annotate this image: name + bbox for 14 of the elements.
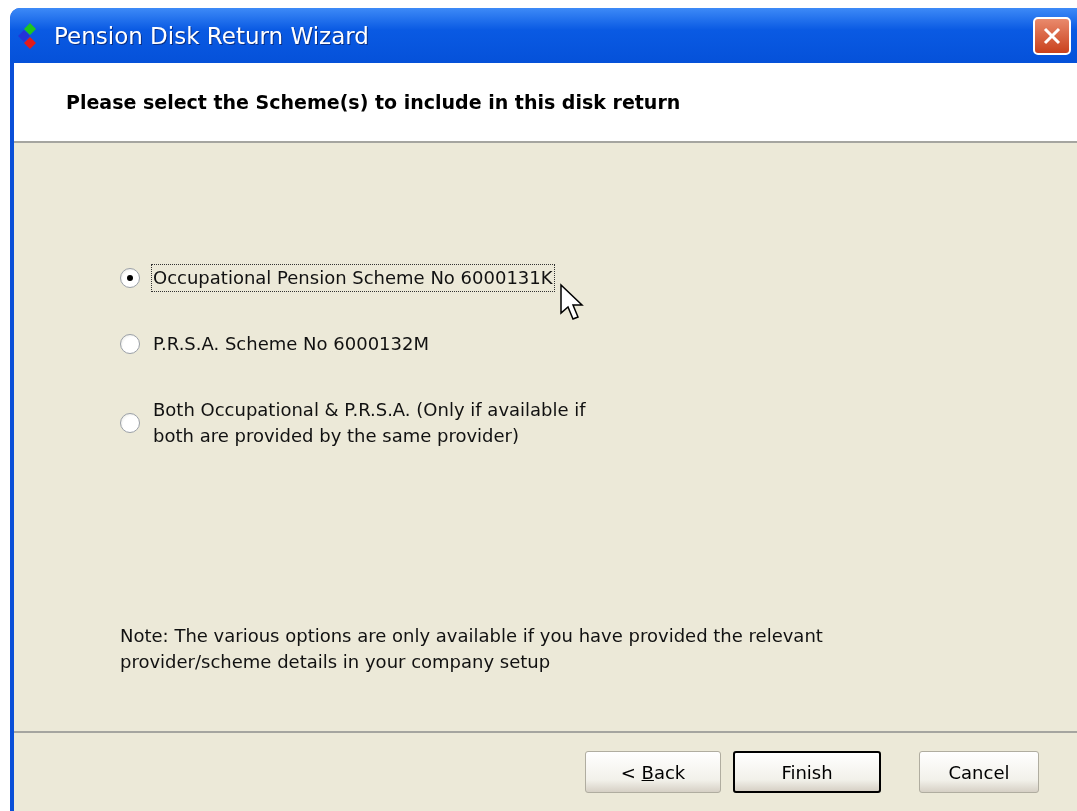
radio-button[interactable] xyxy=(120,413,140,433)
wizard-button[interactable]: < Back xyxy=(585,751,721,793)
close-icon xyxy=(1042,25,1062,46)
radio-button[interactable] xyxy=(120,334,140,354)
wizard-button[interactable]: Cancel xyxy=(919,751,1039,793)
close-button[interactable] xyxy=(1033,16,1071,55)
wizard-button[interactable]: Finish xyxy=(733,751,881,793)
note-text: Note: The various options are only available if you have provided the relevant provider/scheme details in your company setup xyxy=(120,624,824,674)
option-label[interactable]: P.R.S.A. Scheme No 6000132M xyxy=(152,331,430,357)
radio-button[interactable] xyxy=(120,268,140,288)
window-title: Pension Disk Return Wizard xyxy=(54,22,370,49)
option-label[interactable]: Both Occupational & P.R.S.A. (Only if available if both are provided by the same provider) xyxy=(152,397,624,449)
page-heading: Please select the Scheme(s) to include in this disk return xyxy=(66,91,681,113)
option-label[interactable]: Occupational Pension Scheme No 6000131K xyxy=(152,265,554,291)
